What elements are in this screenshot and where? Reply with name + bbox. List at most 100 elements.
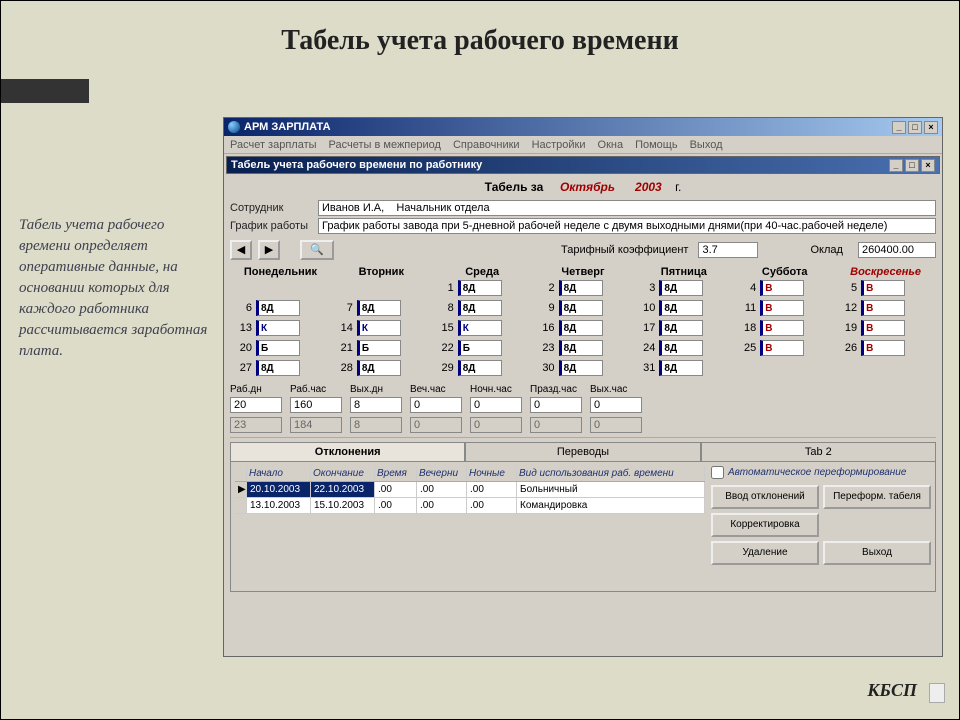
- tab-transfers[interactable]: Переводы: [465, 442, 700, 461]
- table-row[interactable]: ▶20.10.200322.10.2003.00.00.00Больничный: [235, 482, 705, 498]
- total-input-readonly: [350, 417, 402, 433]
- total-label: Раб.час: [290, 384, 342, 395]
- day-code-input[interactable]: [659, 320, 703, 336]
- tab-2[interactable]: Tab 2: [701, 442, 936, 461]
- tab-deviations[interactable]: Отклонения: [230, 442, 465, 461]
- input-deviations-button[interactable]: Ввод отклонений: [711, 485, 819, 509]
- day-cell: 15: [432, 320, 533, 336]
- total-input[interactable]: [410, 397, 462, 413]
- col-start: Начало: [247, 466, 311, 481]
- day-number: 8: [438, 302, 454, 314]
- separator: [230, 437, 936, 438]
- day-cell: 13: [230, 320, 331, 336]
- inner-maximize-button[interactable]: □: [905, 159, 919, 172]
- day-code-input[interactable]: [357, 300, 401, 316]
- day-number: 17: [639, 322, 655, 334]
- day-code-input[interactable]: [659, 280, 703, 296]
- day-code-input[interactable]: [659, 340, 703, 356]
- day-cell: 26: [835, 340, 936, 356]
- day-code-input[interactable]: [559, 360, 603, 376]
- table-row[interactable]: 13.10.200315.10.2003.00.00.00Командировк…: [235, 498, 705, 514]
- day-number: 6: [236, 302, 252, 314]
- col-evening: Вечерни: [417, 466, 467, 481]
- menu-item[interactable]: Настройки: [532, 139, 586, 151]
- preview-button[interactable]: 🔍: [300, 240, 334, 260]
- exit-button[interactable]: Выход: [823, 541, 931, 565]
- day-code-input[interactable]: [458, 300, 502, 316]
- day-code-input[interactable]: [256, 360, 300, 376]
- employee-label: Сотрудник: [230, 202, 318, 214]
- day-cell: 22: [432, 340, 533, 356]
- delete-button[interactable]: Удаление: [711, 541, 819, 565]
- day-code-input[interactable]: [458, 360, 502, 376]
- day-cell: [230, 280, 331, 296]
- day-code-input[interactable]: [861, 340, 905, 356]
- day-code-input[interactable]: [559, 280, 603, 296]
- day-code-input[interactable]: [559, 340, 603, 356]
- day-number: 30: [539, 362, 555, 374]
- total-label: Вых.час: [590, 384, 642, 395]
- prev-button[interactable]: ◀: [230, 240, 252, 260]
- day-code-input[interactable]: [861, 300, 905, 316]
- day-number: 10: [639, 302, 655, 314]
- day-code-input[interactable]: [256, 340, 300, 356]
- total-input[interactable]: [350, 397, 402, 413]
- day-code-input[interactable]: [559, 300, 603, 316]
- day-cell: 18: [734, 320, 835, 336]
- day-code-input[interactable]: [559, 320, 603, 336]
- total-input[interactable]: [590, 397, 642, 413]
- close-button[interactable]: ×: [924, 121, 938, 134]
- next-button[interactable]: ▶: [258, 240, 280, 260]
- day-code-input[interactable]: [458, 320, 502, 336]
- menu-item[interactable]: Окна: [598, 139, 624, 151]
- day-code-input[interactable]: [760, 320, 804, 336]
- auto-reform-checkbox[interactable]: [711, 466, 724, 479]
- day-code-input[interactable]: [760, 340, 804, 356]
- salary-label: Оклад: [810, 244, 842, 256]
- total-input-readonly: [590, 417, 642, 433]
- day-code-input[interactable]: [357, 340, 401, 356]
- day-code-input[interactable]: [357, 360, 401, 376]
- day-code-input[interactable]: [357, 320, 401, 336]
- menu-item[interactable]: Выход: [690, 139, 723, 151]
- day-number: 21: [337, 342, 353, 354]
- day-code-input[interactable]: [256, 320, 300, 336]
- day-code-input[interactable]: [256, 300, 300, 316]
- inner-minimize-button[interactable]: _: [889, 159, 903, 172]
- day-cell: [331, 280, 432, 296]
- employee-input[interactable]: [318, 200, 936, 216]
- menu-item[interactable]: Расчеты в межпериод: [329, 139, 441, 151]
- day-code-input[interactable]: [861, 320, 905, 336]
- menu-item[interactable]: Расчет зарплаты: [230, 139, 317, 151]
- maximize-button[interactable]: □: [908, 121, 922, 134]
- day-code-input[interactable]: [458, 280, 502, 296]
- total-input[interactable]: [530, 397, 582, 413]
- total-input[interactable]: [470, 397, 522, 413]
- total-input[interactable]: [230, 397, 282, 413]
- day-code-input[interactable]: [659, 300, 703, 316]
- col-marker: [235, 466, 247, 481]
- day-code-input[interactable]: [760, 280, 804, 296]
- day-cell: 23: [533, 340, 634, 356]
- schedule-input[interactable]: [318, 218, 936, 234]
- day-code-input[interactable]: [760, 300, 804, 316]
- total-label: Ночн.час: [470, 384, 522, 395]
- inner-close-button[interactable]: ×: [921, 159, 935, 172]
- correction-button[interactable]: Корректировка: [711, 513, 819, 537]
- day-code-input[interactable]: [861, 280, 905, 296]
- day-cell: 17: [633, 320, 734, 336]
- day-cell: 9: [533, 300, 634, 316]
- day-number: 11: [740, 302, 756, 314]
- minimize-button[interactable]: _: [892, 121, 906, 134]
- period-year: 2003: [635, 180, 662, 194]
- menu-item[interactable]: Помощь: [635, 139, 678, 151]
- reform-timesheet-button[interactable]: Переформ. табеля: [823, 485, 931, 509]
- total-input[interactable]: [290, 397, 342, 413]
- tariff-input[interactable]: [698, 242, 758, 258]
- total-input-readonly: [470, 417, 522, 433]
- menu-item[interactable]: Справочники: [453, 139, 520, 151]
- day-code-input[interactable]: [659, 360, 703, 376]
- content-area: Табель за Октябрь 2003 г. Сотрудник Граф…: [224, 176, 942, 594]
- salary-input[interactable]: [858, 242, 936, 258]
- day-code-input[interactable]: [458, 340, 502, 356]
